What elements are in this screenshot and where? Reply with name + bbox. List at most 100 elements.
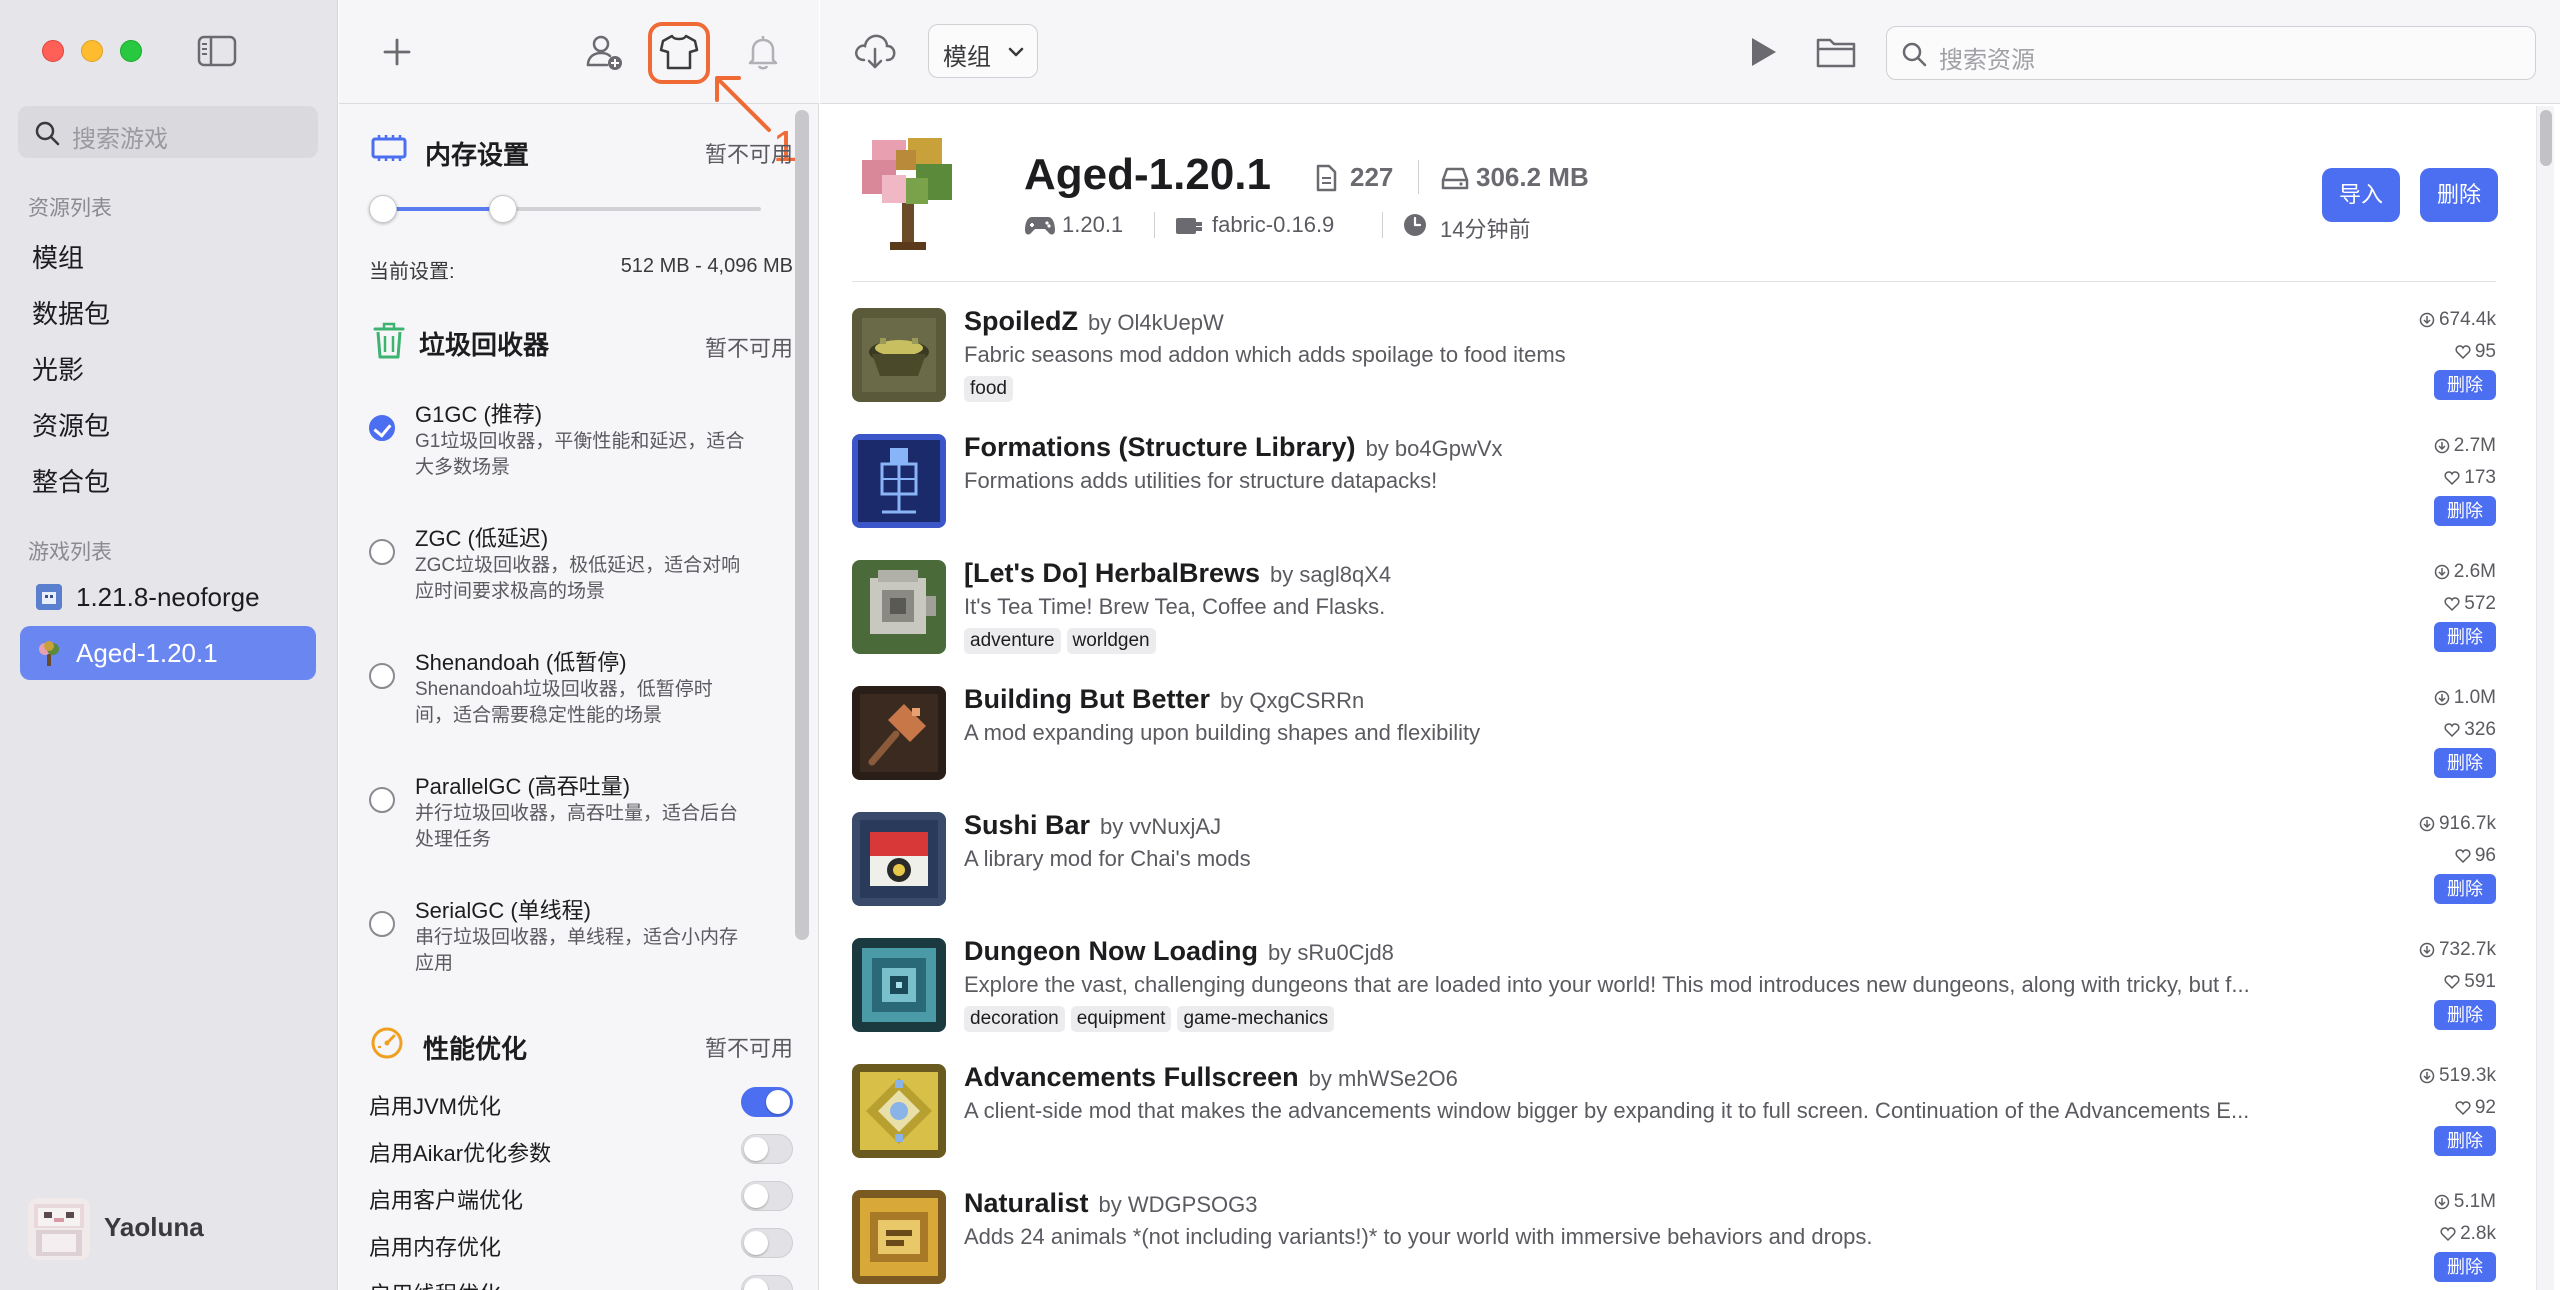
zoom-window-button[interactable] <box>120 40 142 62</box>
memory-min-handle[interactable] <box>369 195 397 223</box>
cloud-download-icon[interactable] <box>852 30 898 75</box>
game-search-input[interactable]: 搜索游戏 <box>18 106 318 158</box>
resource-search-input[interactable]: 搜索资源 <box>1886 26 2536 80</box>
gc-radio[interactable] <box>369 787 395 813</box>
mod-author: by sagl8qX4 <box>1270 562 1392 587</box>
memory-current-label: 当前设置: <box>369 261 455 283</box>
sidebar: 搜索游戏 资源列表 模组 数据包 光影 资源包 整合包 游戏列表 1.21.8-… <box>0 0 338 1290</box>
delete-mod-button[interactable]: 删除 <box>2434 496 2496 526</box>
delete-mod-button[interactable]: 删除 <box>2434 748 2496 778</box>
perf-option-aikar: 启用Aikar优化参数 <box>369 1130 793 1170</box>
sidebar-item-resourcepacks[interactable]: 资源包 <box>32 406 110 443</box>
likes-count: 173 <box>2464 467 2496 488</box>
mod-count: 227 <box>1350 162 1394 192</box>
aikar-flags-toggle[interactable] <box>741 1134 793 1164</box>
delete-mod-button[interactable]: 删除 <box>2434 1000 2496 1030</box>
mod-name: Advancements Fullscreen <box>964 1062 1299 1092</box>
game-item-aged[interactable]: Aged-1.20.1 <box>20 626 316 680</box>
gc-option-desc: 并行垃圾回收器，高吞吐量，适合后台处理任务 <box>415 803 739 850</box>
gc-option-shenandoah[interactable]: Shenandoah (低暂停) Shenandoah垃圾回收器，低暂停时间，适… <box>369 645 789 755</box>
gc-radio[interactable] <box>369 911 395 937</box>
gc-radio[interactable] <box>369 663 395 689</box>
game-loader: fabric-0.16.9 <box>1212 212 1335 237</box>
gamepad-icon <box>1025 217 1055 235</box>
settings-scrollbar[interactable] <box>795 110 809 940</box>
thread-optimization-toggle[interactable] <box>741 1275 793 1290</box>
memory-range-slider[interactable] <box>369 195 761 223</box>
minimize-window-button[interactable] <box>81 40 103 62</box>
memory-optimization-toggle[interactable] <box>741 1228 793 1258</box>
sidebar-item-mods[interactable]: 模组 <box>32 238 84 275</box>
delete-mod-button[interactable]: 删除 <box>2434 622 2496 652</box>
list-item[interactable]: Building But Better by QxgCSRRn A mod exp… <box>852 678 2496 804</box>
sidebar-item-modpacks[interactable]: 整合包 <box>32 462 110 499</box>
gc-option-serialgc[interactable]: SerialGC (单线程) 串行垃圾回收器，单线程，适合小内存应用 <box>369 893 789 1003</box>
clock-icon <box>1404 214 1426 236</box>
mod-description: Adds 24 animals *(not including variants… <box>964 1224 1873 1249</box>
chevron-down-icon <box>1008 47 1024 57</box>
delete-mod-button[interactable]: 删除 <box>2434 874 2496 904</box>
perf-section-title: 性能优化 <box>423 1034 528 1064</box>
sidebar-item-shaders[interactable]: 光影 <box>32 350 84 387</box>
gc-option-g1gc[interactable]: G1GC (推荐) G1垃圾回收器，平衡性能和延迟，适合大多数场景 <box>369 397 789 507</box>
mod-list[interactable]: SpoiledZ by Ol4kUepW Fabric seasons mod a… <box>852 300 2496 1290</box>
list-item[interactable]: Naturalist by WDGPSOG3 Adds 24 animals *(… <box>852 1182 2496 1290</box>
play-icon[interactable] <box>1744 34 1780 75</box>
sidebar-toggle-icon[interactable] <box>196 34 238 68</box>
list-item[interactable]: Advancements Fullscreen by mhWSe2O6 A cli… <box>852 1056 2496 1182</box>
sidebar-item-datapacks[interactable]: 数据包 <box>32 294 110 331</box>
game-item-neoforge[interactable]: 1.21.8-neoforge <box>20 570 316 624</box>
resource-type-select[interactable]: 模组 <box>928 24 1038 78</box>
memory-max-handle[interactable] <box>489 195 517 223</box>
heart-icon <box>2440 1227 2456 1242</box>
download-icon <box>2434 564 2449 580</box>
jvm-optimization-toggle[interactable] <box>741 1087 793 1117</box>
perf-option-thread: 启用线程优化 <box>369 1271 793 1290</box>
memory-current-value: 512 MB - 4,096 MB <box>620 255 793 277</box>
highlight-ring <box>648 22 710 84</box>
game-item-label: 1.21.8-neoforge <box>76 582 260 612</box>
list-item[interactable]: [Let's Do] HerbalBrews by sagl8qX4 It's T… <box>852 552 2496 678</box>
settings-scroll-area[interactable]: 内存设置 暂不可用 当前设置: 512 MB - 4,096 MB 垃圾回收器 … <box>339 105 809 1290</box>
memory-slider-fill <box>383 207 503 211</box>
folder-icon[interactable] <box>1814 32 1858 77</box>
gc-option-parallelgc[interactable]: ParallelGC (高吞吐量) 并行垃圾回收器，高吞吐量，适合后台处理任务 <box>369 769 789 879</box>
download-icon <box>2434 690 2449 706</box>
tree-game-icon <box>36 640 62 666</box>
add-user-icon[interactable] <box>581 28 629 76</box>
client-optimization-toggle[interactable] <box>741 1181 793 1211</box>
delete-mod-button[interactable]: 删除 <box>2434 370 2496 400</box>
gc-option-desc: 串行垃圾回收器，单线程，适合小内存应用 <box>415 927 739 974</box>
main-scrollbar[interactable] <box>2536 106 2554 1290</box>
list-item[interactable]: Sushi Bar by vvNuxjAJ A library mod for C… <box>852 804 2496 930</box>
likes-stat: 2.8k <box>2356 1220 2496 1252</box>
downloads-count: 2.6M <box>2453 561 2496 582</box>
mod-tags: decoration equipment game-mechanics <box>964 1006 1340 1034</box>
list-item[interactable]: SpoiledZ by Ol4kUepW Fabric seasons mod a… <box>852 300 2496 426</box>
gc-radio[interactable] <box>369 415 395 441</box>
mod-description: A mod expanding upon building shapes and… <box>964 720 1481 745</box>
downloads-stat: 2.7M <box>2356 432 2496 464</box>
gc-radio[interactable] <box>369 539 395 565</box>
downloads-count: 732.7k <box>2438 939 2496 960</box>
delete-mod-button[interactable]: 删除 <box>2434 1252 2496 1282</box>
bell-icon[interactable] <box>739 28 787 76</box>
delete-game-button[interactable]: 删除 <box>2420 168 2498 222</box>
delete-mod-button[interactable]: 删除 <box>2434 1126 2496 1156</box>
main-scrollbar-thumb[interactable] <box>2540 110 2552 166</box>
add-icon[interactable] <box>373 28 421 76</box>
downloads-count: 2.7M <box>2453 435 2496 456</box>
neoforge-game-icon <box>36 584 62 610</box>
disk-size: 306.2 MB <box>1476 162 1589 192</box>
close-window-button[interactable] <box>42 40 64 62</box>
download-icon <box>2419 312 2435 328</box>
likes-stat: 591 <box>2356 968 2496 1000</box>
settings-panel: 1. 内存设置 暂不可用 当前设置: 512 MB - 4,096 MB 垃圾回… <box>339 0 819 1290</box>
import-button[interactable]: 导入 <box>2322 168 2400 222</box>
gc-option-zgc[interactable]: ZGC (低延迟) ZGC垃圾回收器，极低延迟，适合对响应时间要求极高的场景 <box>369 521 789 631</box>
tag: equipment <box>1070 1006 1172 1032</box>
list-item[interactable]: Dungeon Now Loading by sRu0Cjd8 Explore t… <box>852 930 2496 1056</box>
list-item[interactable]: Formations (Structure Library) by bo4GpwV… <box>852 426 2496 552</box>
mod-author: by bo4GpwVx <box>1365 436 1503 461</box>
mod-title: Dungeon Now Loading by sRu0Cjd8 <box>964 936 1394 967</box>
